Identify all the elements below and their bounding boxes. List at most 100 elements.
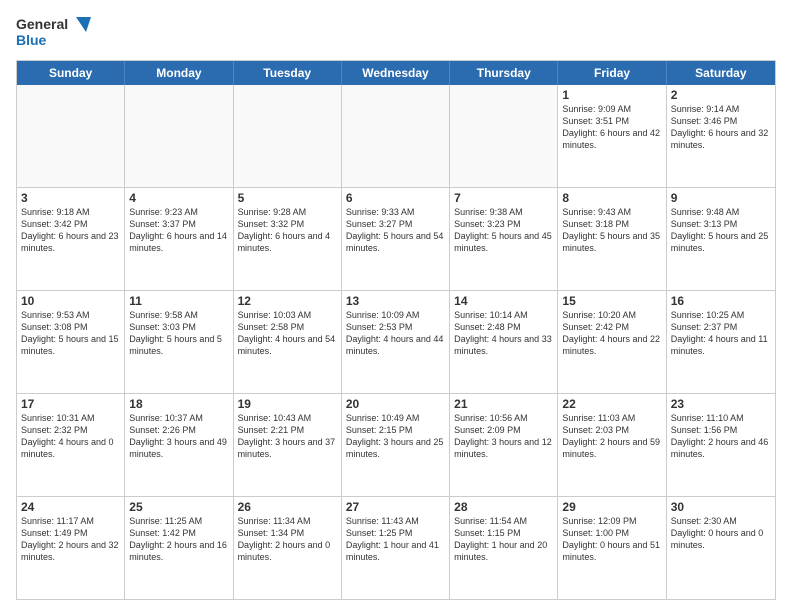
day-info: Sunrise: 11:43 AM Sunset: 1:25 PM Daylig… <box>346 515 445 564</box>
day-number: 3 <box>21 191 120 205</box>
day-number: 9 <box>671 191 771 205</box>
calendar-row: 10Sunrise: 9:53 AM Sunset: 3:08 PM Dayli… <box>17 290 775 393</box>
day-info: Sunrise: 11:03 AM Sunset: 2:03 PM Daylig… <box>562 412 661 461</box>
day-info: Sunrise: 10:43 AM Sunset: 2:21 PM Daylig… <box>238 412 337 461</box>
weekday-header: Wednesday <box>342 61 450 85</box>
weekday-header: Thursday <box>450 61 558 85</box>
day-number: 26 <box>238 500 337 514</box>
day-info: Sunrise: 9:09 AM Sunset: 3:51 PM Dayligh… <box>562 103 661 152</box>
day-info: Sunrise: 9:38 AM Sunset: 3:23 PM Dayligh… <box>454 206 553 255</box>
day-info: Sunrise: 12:09 PM Sunset: 1:00 PM Daylig… <box>562 515 661 564</box>
calendar-cell: 17Sunrise: 10:31 AM Sunset: 2:32 PM Dayl… <box>17 394 125 496</box>
day-info: Sunrise: 9:18 AM Sunset: 3:42 PM Dayligh… <box>21 206 120 255</box>
calendar-cell: 2Sunrise: 9:14 AM Sunset: 3:46 PM Daylig… <box>667 85 775 187</box>
day-info: Sunrise: 9:14 AM Sunset: 3:46 PM Dayligh… <box>671 103 771 152</box>
calendar-cell: 4Sunrise: 9:23 AM Sunset: 3:37 PM Daylig… <box>125 188 233 290</box>
day-number: 18 <box>129 397 228 411</box>
day-number: 28 <box>454 500 553 514</box>
calendar-cell: 9Sunrise: 9:48 AM Sunset: 3:13 PM Daylig… <box>667 188 775 290</box>
day-info: Sunrise: 11:25 AM Sunset: 1:42 PM Daylig… <box>129 515 228 564</box>
day-number: 6 <box>346 191 445 205</box>
day-info: Sunrise: 10:56 AM Sunset: 2:09 PM Daylig… <box>454 412 553 461</box>
day-number: 23 <box>671 397 771 411</box>
day-number: 22 <box>562 397 661 411</box>
svg-text:General: General <box>16 16 68 32</box>
day-info: Sunrise: 9:58 AM Sunset: 3:03 PM Dayligh… <box>129 309 228 358</box>
calendar-cell: 29Sunrise: 12:09 PM Sunset: 1:00 PM Dayl… <box>558 497 666 599</box>
calendar-cell: 14Sunrise: 10:14 AM Sunset: 2:48 PM Dayl… <box>450 291 558 393</box>
day-number: 11 <box>129 294 228 308</box>
calendar-row: 3Sunrise: 9:18 AM Sunset: 3:42 PM Daylig… <box>17 187 775 290</box>
calendar-cell: 1Sunrise: 9:09 AM Sunset: 3:51 PM Daylig… <box>558 85 666 187</box>
day-number: 5 <box>238 191 337 205</box>
calendar-cell: 24Sunrise: 11:17 AM Sunset: 1:49 PM Dayl… <box>17 497 125 599</box>
calendar-cell: 25Sunrise: 11:25 AM Sunset: 1:42 PM Dayl… <box>125 497 233 599</box>
calendar-cell: 6Sunrise: 9:33 AM Sunset: 3:27 PM Daylig… <box>342 188 450 290</box>
calendar-cell: 19Sunrise: 10:43 AM Sunset: 2:21 PM Dayl… <box>234 394 342 496</box>
weekday-header: Sunday <box>17 61 125 85</box>
calendar-cell: 16Sunrise: 10:25 AM Sunset: 2:37 PM Dayl… <box>667 291 775 393</box>
day-info: Sunrise: 10:20 AM Sunset: 2:42 PM Daylig… <box>562 309 661 358</box>
calendar-cell <box>125 85 233 187</box>
calendar: SundayMondayTuesdayWednesdayThursdayFrid… <box>16 60 776 600</box>
day-info: Sunrise: 10:14 AM Sunset: 2:48 PM Daylig… <box>454 309 553 358</box>
day-number: 20 <box>346 397 445 411</box>
calendar-header: SundayMondayTuesdayWednesdayThursdayFrid… <box>17 61 775 85</box>
calendar-cell: 21Sunrise: 10:56 AM Sunset: 2:09 PM Dayl… <box>450 394 558 496</box>
day-info: Sunrise: 9:48 AM Sunset: 3:13 PM Dayligh… <box>671 206 771 255</box>
day-number: 17 <box>21 397 120 411</box>
day-number: 1 <box>562 88 661 102</box>
weekday-header: Friday <box>558 61 666 85</box>
calendar-cell: 12Sunrise: 10:03 AM Sunset: 2:58 PM Dayl… <box>234 291 342 393</box>
day-number: 29 <box>562 500 661 514</box>
day-info: Sunrise: 9:53 AM Sunset: 3:08 PM Dayligh… <box>21 309 120 358</box>
day-info: Sunrise: 11:54 AM Sunset: 1:15 PM Daylig… <box>454 515 553 564</box>
calendar-cell <box>17 85 125 187</box>
day-info: Sunrise: 11:17 AM Sunset: 1:49 PM Daylig… <box>21 515 120 564</box>
day-number: 21 <box>454 397 553 411</box>
day-number: 27 <box>346 500 445 514</box>
calendar-cell: 22Sunrise: 11:03 AM Sunset: 2:03 PM Dayl… <box>558 394 666 496</box>
day-number: 10 <box>21 294 120 308</box>
day-info: Sunrise: 9:33 AM Sunset: 3:27 PM Dayligh… <box>346 206 445 255</box>
day-info: Sunrise: 9:28 AM Sunset: 3:32 PM Dayligh… <box>238 206 337 255</box>
calendar-cell: 10Sunrise: 9:53 AM Sunset: 3:08 PM Dayli… <box>17 291 125 393</box>
calendar-body: 1Sunrise: 9:09 AM Sunset: 3:51 PM Daylig… <box>17 85 775 599</box>
logo: GeneralBlue <box>16 12 96 52</box>
calendar-cell <box>342 85 450 187</box>
day-info: Sunrise: 10:31 AM Sunset: 2:32 PM Daylig… <box>21 412 120 461</box>
day-info: Sunrise: 9:43 AM Sunset: 3:18 PM Dayligh… <box>562 206 661 255</box>
header: GeneralBlue <box>16 12 776 52</box>
day-info: Sunrise: 9:23 AM Sunset: 3:37 PM Dayligh… <box>129 206 228 255</box>
day-number: 2 <box>671 88 771 102</box>
calendar-cell: 8Sunrise: 9:43 AM Sunset: 3:18 PM Daylig… <box>558 188 666 290</box>
day-number: 16 <box>671 294 771 308</box>
day-number: 13 <box>346 294 445 308</box>
calendar-cell: 18Sunrise: 10:37 AM Sunset: 2:26 PM Dayl… <box>125 394 233 496</box>
calendar-cell <box>450 85 558 187</box>
weekday-header: Saturday <box>667 61 775 85</box>
day-number: 19 <box>238 397 337 411</box>
day-number: 8 <box>562 191 661 205</box>
calendar-cell: 7Sunrise: 9:38 AM Sunset: 3:23 PM Daylig… <box>450 188 558 290</box>
calendar-cell: 23Sunrise: 11:10 AM Sunset: 1:56 PM Dayl… <box>667 394 775 496</box>
weekday-header: Monday <box>125 61 233 85</box>
svg-text:Blue: Blue <box>16 32 47 48</box>
day-number: 30 <box>671 500 771 514</box>
day-info: Sunrise: 10:25 AM Sunset: 2:37 PM Daylig… <box>671 309 771 358</box>
day-info: Sunrise: 11:34 AM Sunset: 1:34 PM Daylig… <box>238 515 337 564</box>
calendar-row: 1Sunrise: 9:09 AM Sunset: 3:51 PM Daylig… <box>17 85 775 187</box>
calendar-cell <box>234 85 342 187</box>
calendar-cell: 20Sunrise: 10:49 AM Sunset: 2:15 PM Dayl… <box>342 394 450 496</box>
day-number: 24 <box>21 500 120 514</box>
calendar-cell: 30Sunset: 2:30 AM Daylight: 0 hours and … <box>667 497 775 599</box>
calendar-row: 24Sunrise: 11:17 AM Sunset: 1:49 PM Dayl… <box>17 496 775 599</box>
calendar-cell: 26Sunrise: 11:34 AM Sunset: 1:34 PM Dayl… <box>234 497 342 599</box>
day-info: Sunrise: 10:03 AM Sunset: 2:58 PM Daylig… <box>238 309 337 358</box>
day-info: Sunrise: 10:37 AM Sunset: 2:26 PM Daylig… <box>129 412 228 461</box>
calendar-cell: 13Sunrise: 10:09 AM Sunset: 2:53 PM Dayl… <box>342 291 450 393</box>
day-number: 4 <box>129 191 228 205</box>
day-number: 15 <box>562 294 661 308</box>
calendar-cell: 15Sunrise: 10:20 AM Sunset: 2:42 PM Dayl… <box>558 291 666 393</box>
calendar-cell: 27Sunrise: 11:43 AM Sunset: 1:25 PM Dayl… <box>342 497 450 599</box>
